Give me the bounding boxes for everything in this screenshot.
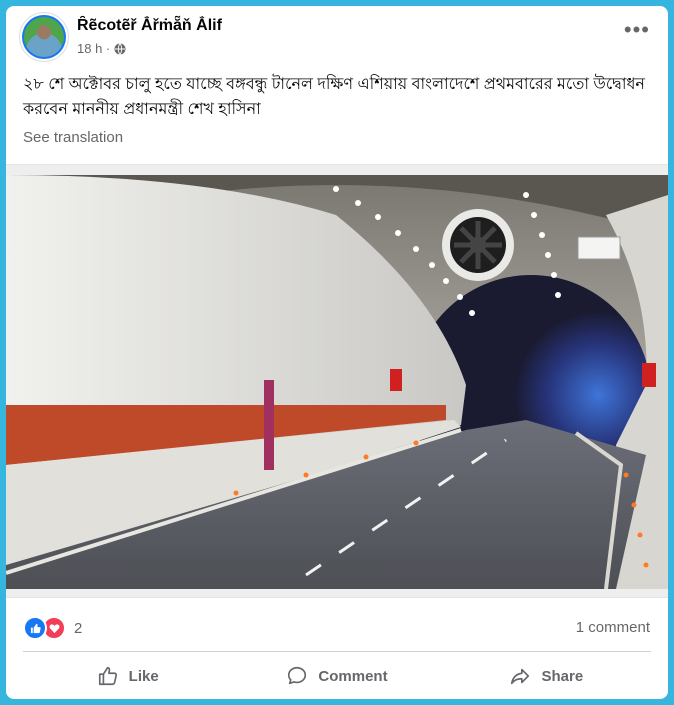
post-caption: ২৮ শে অক্টোবর চালু হতে যাচ্ছে বঙ্গবন্ধু … <box>23 76 645 118</box>
post-time[interactable]: 18 h · <box>77 41 110 56</box>
avatar[interactable] <box>24 17 64 57</box>
reactions-summary[interactable]: 2 <box>23 616 82 640</box>
like-label: Like <box>128 667 159 685</box>
post-card: Ȓẽcotẽř Ẳřṁẵň Ẳlif 18 h · ••• ২৮ শে অক্ট… <box>6 6 668 699</box>
post-photo-frame <box>6 164 668 598</box>
share-arrow-icon <box>511 668 530 685</box>
post-header: Ȓẽcotẽř Ẳřṁẵň Ẳlif 18 h · ••• <box>6 6 668 66</box>
see-translation-link[interactable]: See translation <box>23 129 123 146</box>
more-options-button[interactable]: ••• <box>624 19 650 41</box>
comment-button[interactable]: Comment <box>232 658 441 694</box>
actions-divider <box>23 651 651 652</box>
tunnel-photo[interactable] <box>6 175 668 589</box>
globe-icon <box>114 42 126 55</box>
thumbs-up-icon <box>98 666 117 686</box>
author-name[interactable]: Ȓẽcotẽř Ẳřṁẵň Ẳlif <box>77 17 222 35</box>
share-label: Share <box>541 667 584 685</box>
post-meta: 18 h · <box>77 41 126 56</box>
comment-bubble-icon <box>288 666 307 685</box>
like-button[interactable]: Like <box>23 658 232 694</box>
reaction-count: 2 <box>74 619 83 637</box>
comments-count-link[interactable]: 1 comment <box>576 619 650 636</box>
like-reaction-icon <box>23 616 47 640</box>
post-actions: Like Comment Share <box>23 658 651 694</box>
share-button[interactable]: Share <box>442 658 651 694</box>
comment-label: Comment <box>318 667 388 685</box>
